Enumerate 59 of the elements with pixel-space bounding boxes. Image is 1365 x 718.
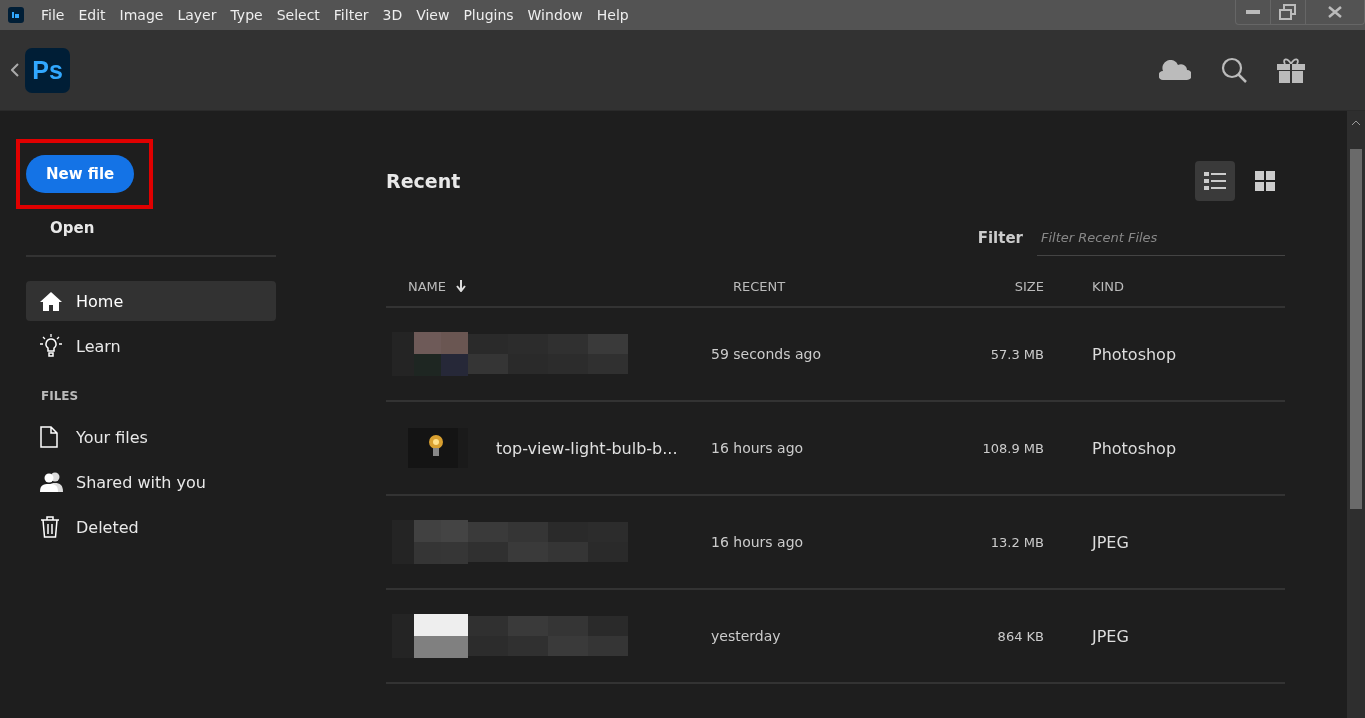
column-header[interactable]: KIND — [1092, 278, 1125, 294]
menu-item[interactable]: Filter — [326, 7, 376, 23]
table-cell-text: yesterday — [711, 628, 782, 644]
grid-view-icon — [1255, 171, 1275, 191]
list-view-icon — [1204, 171, 1226, 191]
table-cell-text: 59 seconds ago — [711, 346, 822, 362]
new-file-button[interactable]: New file — [26, 155, 135, 193]
menu-item[interactable]: Edit — [71, 7, 113, 23]
menu-item[interactable]: Help — [589, 7, 636, 23]
close-icon[interactable] — [1328, 6, 1342, 18]
filter-label: Filter — [977, 228, 1023, 247]
menu-item[interactable]: Layer — [170, 7, 224, 23]
restore-icon[interactable] — [1279, 4, 1297, 20]
nav-item[interactable]: Learn — [26, 326, 276, 366]
column-header[interactable]: NAME — [408, 278, 447, 294]
filter-field[interactable]: Filter Recent Files — [1037, 219, 1285, 256]
table-cell-text: JPEG — [1090, 532, 1130, 552]
table-cell-text: JPEG — [1090, 626, 1130, 646]
table-cell-text: Photoshop — [1091, 438, 1178, 458]
table-cell-text: 16 hours ago — [711, 534, 805, 550]
people-icon — [40, 472, 64, 492]
scroll-up-icon[interactable] — [1351, 119, 1361, 127]
back-icon[interactable] — [11, 63, 19, 77]
nav-item[interactable]: Home — [26, 281, 276, 321]
menu-item[interactable]: Plugins — [456, 7, 521, 23]
app-icon — [8, 7, 24, 23]
menu-item[interactable]: 3D — [375, 7, 410, 23]
table-cell-text: Photoshop — [1091, 344, 1178, 364]
view-toggle[interactable] — [1195, 161, 1235, 201]
file-icon — [40, 426, 58, 448]
file-name[interactable]: top-view-light-bulb-b... — [496, 438, 678, 458]
nav-item[interactable]: Shared with you — [26, 462, 276, 502]
table-cell-text: 864 KB — [996, 628, 1044, 644]
scrollbar[interactable] — [1347, 111, 1365, 718]
trash-icon — [40, 516, 60, 538]
cloud-icon[interactable] — [1159, 60, 1191, 80]
gift-icon[interactable] — [1277, 57, 1305, 83]
menu-item[interactable]: File — [34, 7, 72, 23]
menu-item[interactable]: Window — [520, 7, 590, 23]
nav-item[interactable]: Your files — [26, 417, 276, 457]
table-cell-text: 16 hours ago — [711, 440, 805, 456]
table-cell-text: 13.2 MB — [989, 534, 1044, 550]
table-cell-text: 57.3 MB — [989, 346, 1044, 362]
menu-item[interactable]: Image — [112, 7, 171, 23]
section-title: Recent — [386, 170, 461, 192]
section-heading: FILES — [41, 389, 79, 403]
table-cell-text: 108.9 MB — [981, 440, 1044, 456]
nav-item[interactable]: Deleted — [26, 507, 276, 547]
menu-item[interactable]: Type — [223, 7, 270, 23]
app-logo[interactable]: Ps — [25, 47, 70, 93]
scroll-thumb[interactable] — [1350, 149, 1362, 509]
search-icon[interactable] — [1221, 57, 1247, 83]
home-icon — [40, 291, 62, 311]
lightbulb-icon — [40, 334, 62, 358]
column-header[interactable]: SIZE — [1014, 278, 1044, 294]
column-header[interactable]: RECENT — [733, 278, 786, 294]
menu-item[interactable]: Select — [269, 7, 327, 23]
open-link[interactable]: Open — [50, 219, 95, 237]
menu-item[interactable]: View — [409, 7, 457, 23]
